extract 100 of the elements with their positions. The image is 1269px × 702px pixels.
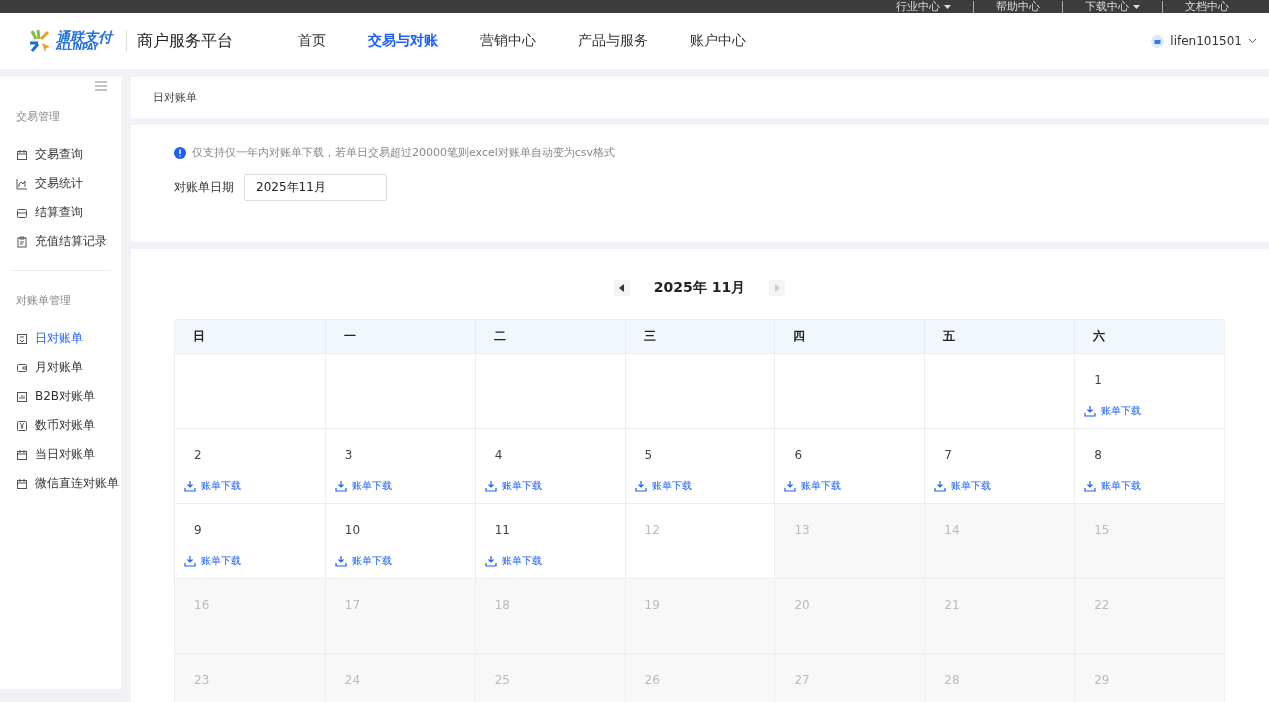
day-number: 15 xyxy=(1093,523,1111,537)
sidebar-item[interactable]: 充值结算记录 xyxy=(0,227,121,256)
left-triangle-icon xyxy=(618,284,625,292)
previous-month-button[interactable] xyxy=(613,280,630,296)
download-icon xyxy=(784,480,797,492)
download-link[interactable]: 账单下载 xyxy=(334,554,392,568)
day-number: 24 xyxy=(343,673,362,687)
right-triangle-icon xyxy=(774,284,781,292)
nav-tab[interactable]: 营销中心 xyxy=(459,32,557,50)
calendar-icon xyxy=(16,477,28,490)
sidebar-item[interactable]: 结算查询 xyxy=(0,198,121,227)
day-number: 16 xyxy=(193,598,211,612)
download-icon xyxy=(334,480,347,492)
notice-text: 仅支持仅一年内对账单下载，若单日交易超过20000笔则excel对账单自动变为csv格式 xyxy=(192,145,616,160)
day-number: 17 xyxy=(343,598,362,612)
chevron-down-icon[interactable] xyxy=(1248,38,1257,44)
sidebar-item[interactable]: B2B对账单 xyxy=(0,382,121,411)
sidebar-item[interactable]: 数币对账单 xyxy=(0,411,121,440)
weekday-header: 三 xyxy=(624,320,775,353)
day-number: 9 xyxy=(193,523,203,537)
chart-icon xyxy=(16,177,28,190)
day-number: 11 xyxy=(493,523,511,537)
download-icon xyxy=(1084,480,1097,492)
download-icon xyxy=(184,480,196,492)
download-icon xyxy=(184,555,196,567)
day-number: 4 xyxy=(493,448,504,462)
info-icon xyxy=(174,146,186,159)
sidebar-item[interactable]: 交易统计 xyxy=(0,169,121,198)
caret-icon xyxy=(944,5,951,10)
sidebar-item[interactable]: 交易查询 xyxy=(0,140,121,169)
field-label: 对账单日期 xyxy=(174,179,234,196)
logo-icon xyxy=(28,29,52,53)
coin-icon xyxy=(16,419,28,432)
day-number: 10 xyxy=(343,523,362,537)
logo-subtext: ALLINPAY xyxy=(56,44,99,52)
weekday-header: 六 xyxy=(1074,320,1224,353)
bar-chart-icon xyxy=(16,390,28,403)
sidebar-item[interactable]: 当日对账单 xyxy=(0,440,121,469)
day-number: 8 xyxy=(1093,448,1103,462)
day-number: 7 xyxy=(943,448,953,462)
download-link[interactable]: 账单下载 xyxy=(1084,404,1142,418)
day-number: 13 xyxy=(793,523,811,537)
download-icon xyxy=(484,480,497,492)
download-icon xyxy=(484,555,497,567)
calendar-title: 2025年 11月 xyxy=(653,279,746,297)
calendar-icon xyxy=(16,148,28,161)
download-link[interactable]: 账单下载 xyxy=(184,554,241,568)
download-link[interactable]: 账单下载 xyxy=(784,479,842,493)
download-icon xyxy=(934,480,947,492)
download-icon xyxy=(634,480,647,492)
date-field[interactable]: 2025年11月 xyxy=(244,174,387,201)
day-number: 12 xyxy=(643,523,661,537)
platform-title: 商户服务平台 xyxy=(126,30,233,52)
user-name[interactable]: lifen101501 xyxy=(1170,34,1242,48)
sidebar-item[interactable]: 月对账单 xyxy=(0,353,121,382)
download-link[interactable]: 账单下载 xyxy=(934,479,992,493)
logo-text: 通联支付 xyxy=(56,30,112,44)
avatar-icon xyxy=(1151,34,1165,48)
day-number: 5 xyxy=(643,448,654,462)
sidebar-group-title: 对账单管理 xyxy=(15,293,72,309)
day-number: 23 xyxy=(193,673,211,687)
download-link[interactable]: 账单下载 xyxy=(334,479,392,493)
nav-tab[interactable]: 产品与服务 xyxy=(557,32,669,50)
day-number: 22 xyxy=(1093,598,1111,612)
caret-icon xyxy=(1133,5,1140,10)
sidebar-group-title: 交易管理 xyxy=(15,109,61,125)
download-link[interactable]: 账单下载 xyxy=(484,554,542,568)
weekday-header: 日 xyxy=(175,320,325,353)
wallet-icon xyxy=(16,206,28,219)
day-number: 28 xyxy=(943,673,961,687)
nav-tab[interactable]: 账户中心 xyxy=(669,32,767,50)
download-link[interactable]: 账单下载 xyxy=(1084,479,1142,493)
nav-tab[interactable]: 首页 xyxy=(277,32,347,50)
invoice-icon xyxy=(16,332,28,345)
weekday-header: 一 xyxy=(324,320,475,353)
day-number: 21 xyxy=(943,598,961,612)
download-link[interactable]: 账单下载 xyxy=(184,479,241,493)
day-number: 1 xyxy=(1093,373,1103,387)
download-link[interactable]: 账单下载 xyxy=(634,479,692,493)
card-icon xyxy=(16,361,28,374)
weekday-header: 四 xyxy=(774,320,925,353)
breadcrumb: 日对账单 xyxy=(131,77,1269,118)
download-icon xyxy=(334,555,347,567)
sidebar-item[interactable]: 微信直连对账单 xyxy=(0,469,121,498)
day-number: 14 xyxy=(943,523,961,537)
download-link[interactable]: 账单下载 xyxy=(484,479,542,493)
sidebar-item[interactable]: 日对账单 xyxy=(0,324,121,353)
day-number: 6 xyxy=(793,448,804,462)
day-number: 27 xyxy=(793,673,811,687)
download-icon xyxy=(1084,405,1097,417)
day-number: 18 xyxy=(493,598,511,612)
day-number: 3 xyxy=(343,448,354,462)
weekday-header: 二 xyxy=(474,320,625,353)
calendar-icon xyxy=(16,448,28,461)
day-number: 19 xyxy=(643,598,661,612)
day-number: 25 xyxy=(493,673,511,687)
weekday-header: 五 xyxy=(924,320,1075,353)
nav-tab[interactable]: 交易与对账 xyxy=(347,32,459,50)
day-number: 29 xyxy=(1093,673,1111,687)
top-link[interactable]: 行业中心 xyxy=(874,1,973,13)
